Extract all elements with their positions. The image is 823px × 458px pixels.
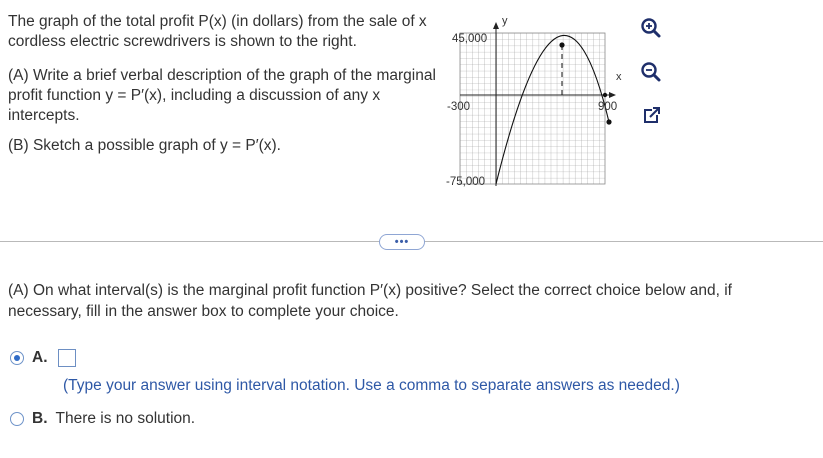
x-intercept-point bbox=[602, 92, 608, 98]
choice-b[interactable]: B. There is no solution. bbox=[10, 410, 195, 428]
profit-graph-svg: y x 45,000 -75,000 -300 900 bbox=[446, 15, 622, 188]
choice-a[interactable]: A. bbox=[10, 349, 76, 367]
choice-a-hint: (Type your answer using interval notatio… bbox=[63, 377, 680, 394]
graph-tools bbox=[637, 14, 667, 124]
zoom-out-button[interactable] bbox=[637, 58, 665, 86]
zoom-out-icon bbox=[641, 62, 661, 82]
end-point bbox=[606, 119, 612, 125]
more-button-label: ••• bbox=[394, 236, 410, 248]
max-point bbox=[559, 42, 565, 48]
zoom-in-icon bbox=[641, 18, 661, 38]
x-max-label: 900 bbox=[598, 101, 617, 113]
question-text: (A) On what interval(s) is the marginal … bbox=[8, 282, 732, 320]
problem-part-a: (A) Write a brief verbal description of … bbox=[8, 67, 436, 124]
x-min-label: -300 bbox=[447, 101, 470, 113]
problem-statement: The graph of the total profit P(x) (in d… bbox=[8, 12, 440, 166]
more-button[interactable]: ••• bbox=[379, 234, 425, 250]
x-axis-arrow bbox=[609, 92, 616, 98]
choice-a-radio[interactable] bbox=[10, 351, 24, 365]
zoom-in-button[interactable] bbox=[637, 14, 665, 42]
choice-b-label: B. bbox=[32, 410, 48, 427]
problem-intro: The graph of the total profit P(x) (in d… bbox=[8, 13, 427, 50]
y-axis-label: y bbox=[502, 15, 508, 27]
popout-button[interactable] bbox=[637, 102, 665, 130]
choice-b-radio[interactable] bbox=[10, 412, 24, 426]
profit-graph: y x 45,000 -75,000 -300 900 bbox=[440, 10, 640, 195]
external-link-icon bbox=[644, 107, 660, 123]
x-axis-label: x bbox=[616, 71, 622, 83]
y-max-label: 45,000 bbox=[452, 33, 487, 45]
answer-input-box[interactable] bbox=[57, 349, 76, 367]
choice-a-label: A. bbox=[32, 349, 48, 366]
y-min-label: -75,000 bbox=[446, 176, 485, 188]
problem-part-b: (B) Sketch a possible graph of y = P′(x)… bbox=[8, 137, 281, 154]
y-axis-arrow bbox=[493, 22, 499, 29]
choice-b-text: There is no solution. bbox=[55, 410, 196, 427]
graph-grid bbox=[459, 32, 606, 185]
